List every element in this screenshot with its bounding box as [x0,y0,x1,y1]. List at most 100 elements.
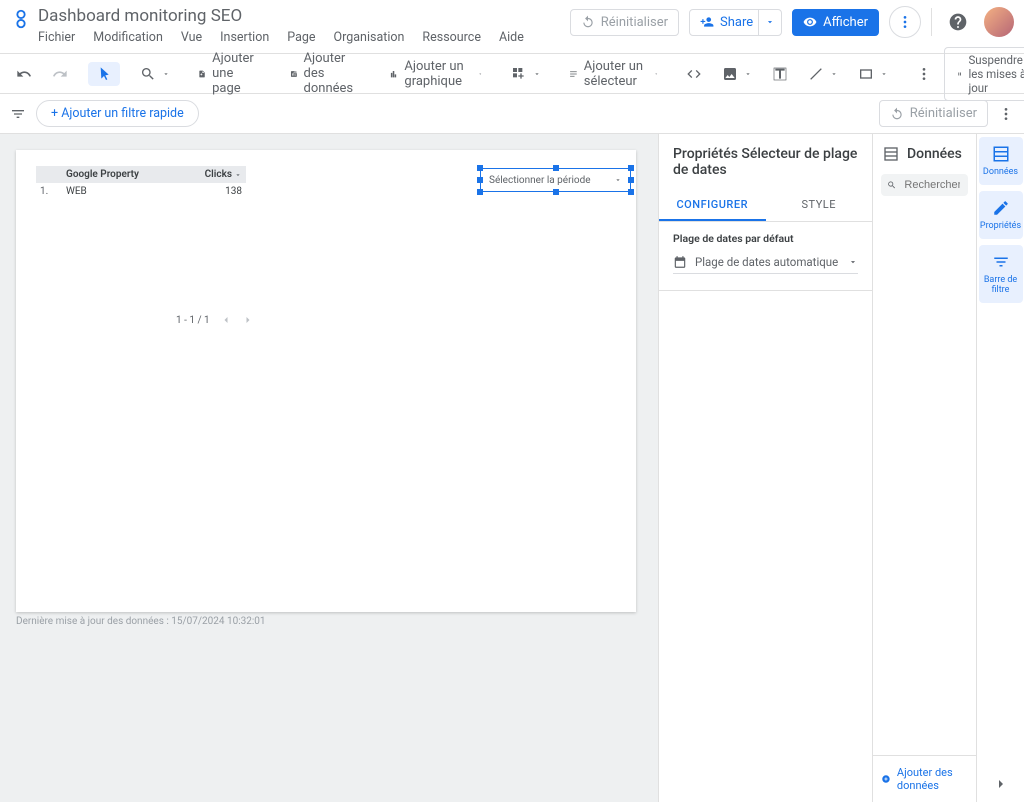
menu-aide[interactable]: Aide [499,30,524,45]
resize-handle[interactable] [553,189,559,195]
image-button[interactable] [714,62,760,86]
table-header-clicks[interactable]: Clicks [194,166,246,183]
date-range-selector-widget[interactable]: Sélectionner la période [480,168,631,192]
search-icon [887,179,896,191]
rail-filter[interactable]: Barre de filtre [979,245,1023,303]
calendar-icon [673,255,687,269]
line-icon [808,66,824,82]
pause-icon [957,68,962,80]
data-search[interactable] [881,174,968,196]
zoom-tool[interactable] [132,62,178,86]
filter-icon [992,253,1010,271]
menu-bar: Fichier Modification Vue Insertion Page … [38,30,570,45]
side-rail: Données Propriétés Barre de filtre [976,134,1024,802]
pencil-icon [992,199,1010,217]
menu-insertion[interactable]: Insertion [220,30,269,45]
sort-desc-icon [234,171,242,179]
add-page-button[interactable]: Ajouter une page [190,47,270,100]
reset-button[interactable]: Réinitialiser [570,9,679,36]
table-row[interactable]: 1. WEB 138 [36,183,246,200]
more-vert-icon [916,66,932,82]
data-add-icon [290,66,298,82]
cursor-icon [96,66,112,82]
resize-handle[interactable] [477,177,483,183]
data-search-input[interactable] [902,178,962,192]
menu-ressource[interactable]: Ressource [422,30,481,45]
resize-handle[interactable] [628,189,634,195]
person-add-icon [700,15,714,29]
pause-updates-button[interactable]: Suspendre les mises à jour [944,47,1024,101]
text-button[interactable] [764,62,796,86]
share-button[interactable]: Share [689,9,764,36]
caret-down-icon [765,17,775,27]
zoom-icon [140,66,156,82]
resize-handle[interactable] [477,165,483,171]
rect-icon [858,66,874,82]
more-options-button[interactable] [889,6,921,38]
text-icon [772,66,788,82]
caret-down-icon [533,70,541,78]
filter-reset-button[interactable]: Réinitialiser [879,100,988,127]
chevron-left-icon[interactable] [220,314,232,326]
community-viz-button[interactable] [503,62,549,86]
chevron-right-icon [993,776,1009,792]
properties-title: Propriétés Sélecteur de plage de dates [659,134,872,190]
tab-style[interactable]: STYLE [766,190,873,221]
chart-icon [389,66,398,82]
add-selector-button[interactable]: Ajouter un sélecteur [561,55,666,93]
chevron-right-icon[interactable] [242,314,254,326]
rail-data[interactable]: Données [979,137,1023,185]
tab-configurer[interactable]: CONFIGURER [659,190,766,221]
resize-handle[interactable] [628,177,634,183]
menu-fichier[interactable]: Fichier [38,30,75,45]
caret-down-icon [744,70,752,78]
resize-handle[interactable] [477,189,483,195]
rail-expand-button[interactable] [993,776,1009,792]
page-title[interactable]: Dashboard monitoring SEO [38,6,570,26]
canvas-area[interactable]: Google Property Clicks 1. WEB 138 1 - 1 … [0,134,658,802]
selector-icon [569,66,578,82]
undo-icon [16,66,32,82]
share-dropdown[interactable] [758,9,782,36]
add-chart-button[interactable]: Ajouter un graphique [381,55,491,93]
app-logo[interactable] [10,6,38,30]
data-icon [883,146,899,162]
code-icon [686,66,702,82]
undo-button[interactable] [8,62,40,86]
resize-handle[interactable] [553,165,559,171]
shape-button[interactable] [850,62,896,86]
embed-button[interactable] [678,62,710,86]
undo-icon [581,15,595,29]
table-pager: 1 - 1 / 1 [176,314,254,326]
toolbar-more-button[interactable] [908,62,940,86]
table-header-property[interactable]: Google Property [62,166,194,183]
pointer-tool[interactable] [88,62,120,86]
menu-vue[interactable]: Vue [181,30,202,45]
redo-button[interactable] [44,62,76,86]
menu-page[interactable]: Page [287,30,315,45]
field-label-date-range: Plage de dates par défaut [659,222,872,251]
data-timestamp: Dernière mise à jour des données : 15/07… [16,616,266,627]
date-range-dropdown[interactable]: Plage de dates automatique [673,251,858,274]
caret-down-icon [848,257,858,267]
filter-icon[interactable] [10,106,26,122]
more-vert-icon[interactable] [998,106,1014,122]
user-avatar[interactable] [984,7,1014,37]
menu-organisation[interactable]: Organisation [334,30,405,45]
rail-properties[interactable]: Propriétés [979,191,1023,239]
resize-handle[interactable] [628,165,634,171]
table-widget[interactable]: Google Property Clicks 1. WEB 138 [36,166,246,200]
help-button[interactable] [942,6,974,38]
help-icon [948,12,968,32]
line-button[interactable] [800,62,846,86]
add-data-link[interactable]: Ajouter des données [873,755,976,802]
data-panel-title: Données [907,146,962,162]
add-data-button[interactable]: Ajouter des données [282,47,370,100]
view-button[interactable]: Afficher [792,9,879,36]
menu-modification[interactable]: Modification [93,30,163,45]
undo-icon [890,107,904,121]
report-canvas[interactable]: Google Property Clicks 1. WEB 138 1 - 1 … [16,150,636,612]
add-quick-filter-button[interactable]: + Ajouter un filtre rapide [36,100,199,127]
page-add-icon [198,66,206,82]
caret-down-icon [478,70,483,78]
